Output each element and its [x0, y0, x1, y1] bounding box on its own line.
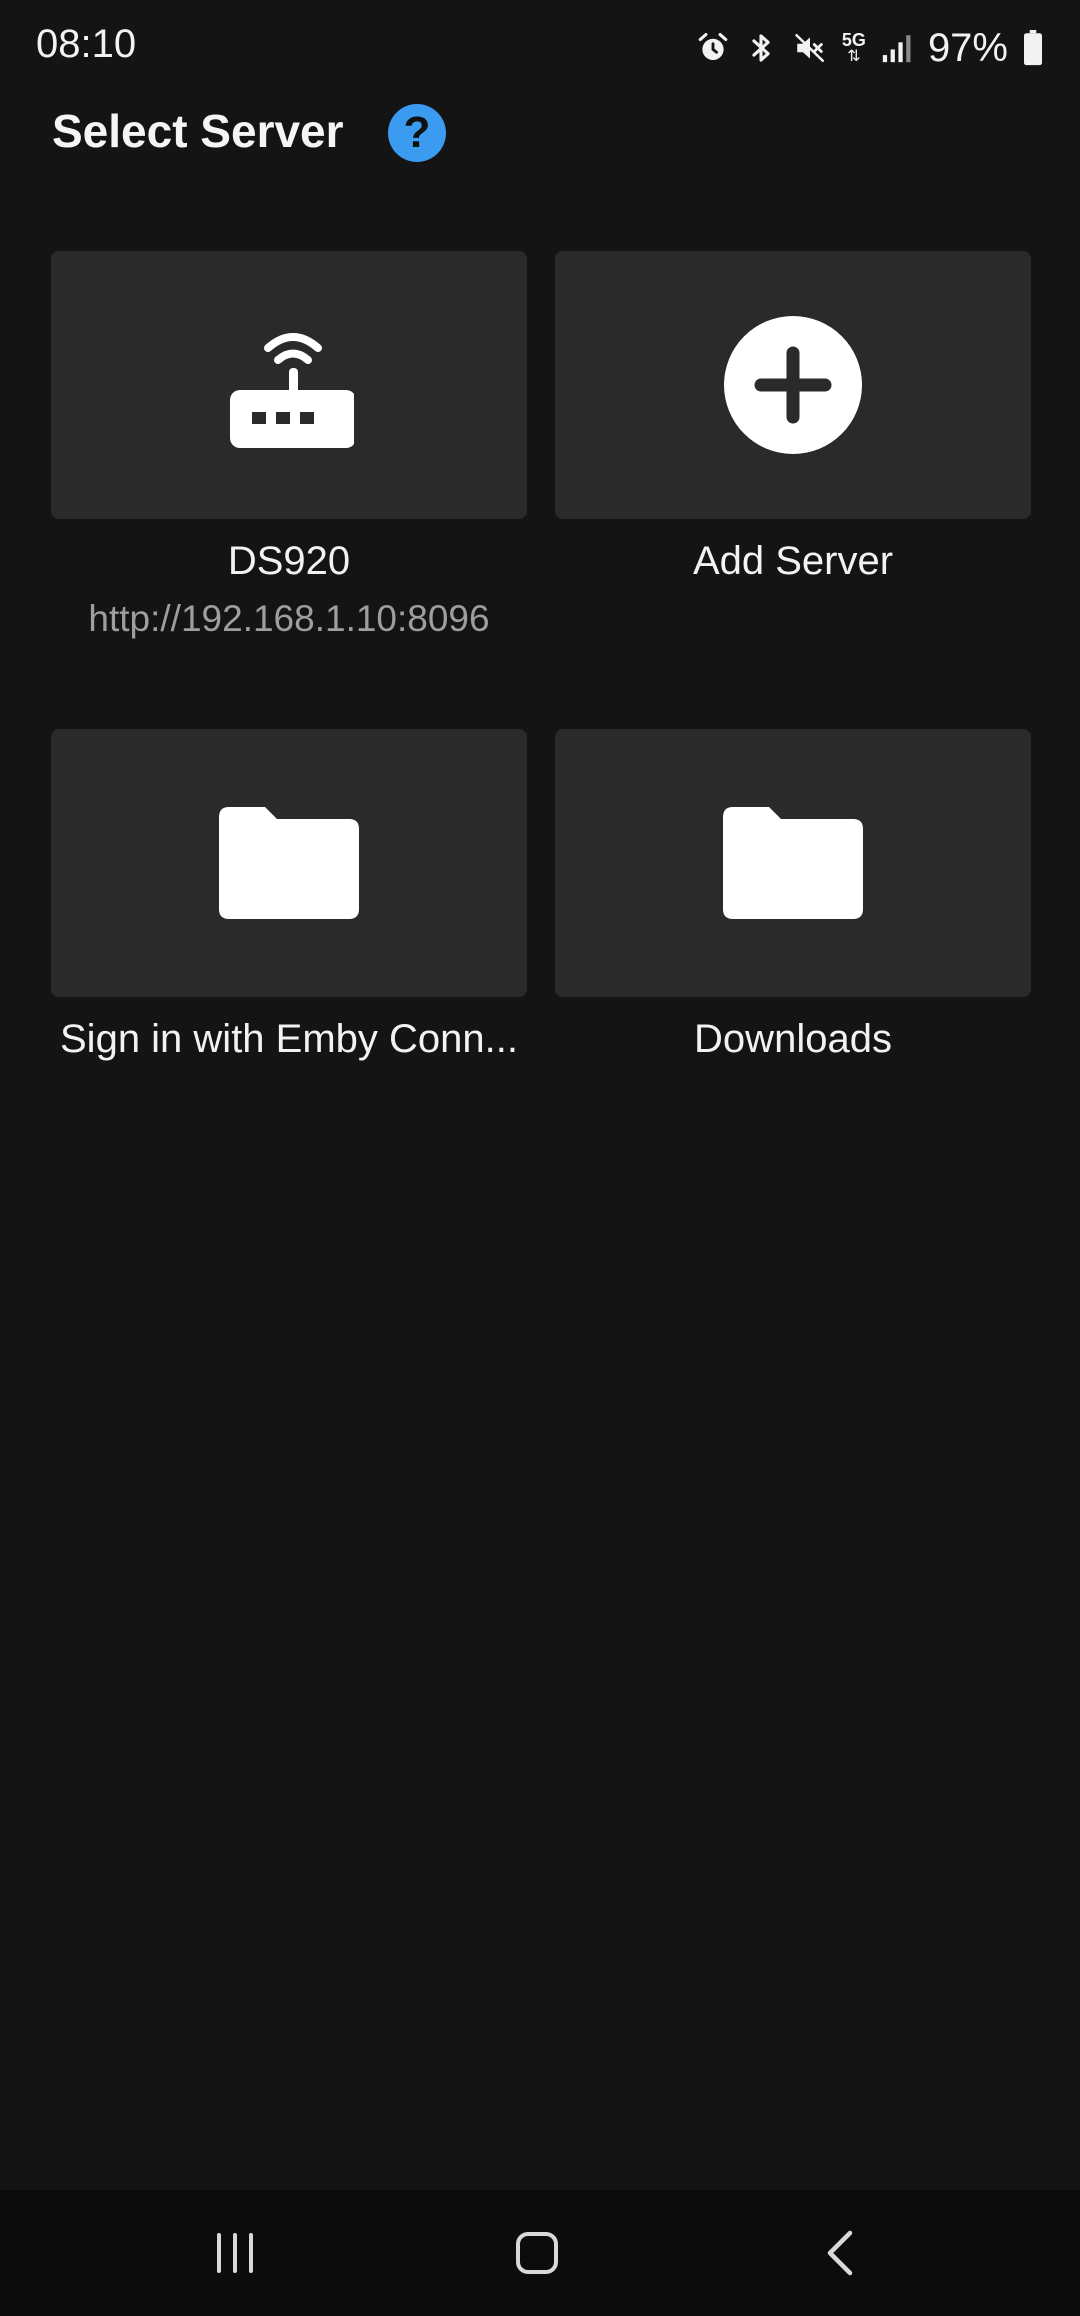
bluetooth-icon [752, 34, 770, 62]
back-icon [827, 2230, 853, 2276]
downloads-tile[interactable] [555, 729, 1031, 997]
status-icons: 5G ⇅ 97% [696, 22, 1044, 74]
help-icon: ? [403, 108, 431, 157]
downloads-card[interactable]: Downloads [555, 729, 1031, 1062]
server-title: DS920 [227, 539, 351, 583]
home-icon [516, 2232, 558, 2274]
emby-connect-card[interactable]: Sign in with Emby Conn... [51, 729, 527, 1062]
page-title: Select Server [52, 105, 344, 157]
5g-icon: 5G ⇅ [841, 30, 866, 65]
server-card-ds920[interactable]: DS920 http://192.168.1.10:8096 [51, 251, 527, 640]
alarm-icon [698, 32, 728, 61]
add-server-tile[interactable] [555, 251, 1031, 519]
router-icon [230, 333, 354, 448]
recent-apps-button[interactable] [135, 2190, 335, 2316]
add-server-title: Add Server [692, 539, 894, 583]
plus-circle-icon [724, 316, 862, 454]
emby-connect-tile[interactable] [51, 729, 527, 997]
help-button[interactable]: ? [388, 104, 446, 162]
battery-percentage: 97% [927, 25, 1008, 70]
status-time: 08:10 [36, 22, 137, 66]
server-tile[interactable] [51, 251, 527, 519]
server-address: http://192.168.1.10:8096 [88, 598, 490, 639]
navigation-bar [0, 2190, 1080, 2316]
network-type: 5G [841, 30, 866, 50]
recent-apps-icon [217, 2233, 253, 2273]
home-button[interactable] [437, 2190, 637, 2316]
back-button[interactable] [740, 2190, 940, 2316]
downloads-title: Downloads [694, 1017, 892, 1061]
battery-icon [1024, 30, 1042, 66]
signal-icon [882, 35, 911, 63]
folder-icon [723, 807, 863, 919]
add-server-card[interactable]: Add Server [555, 251, 1031, 584]
mute-icon [795, 33, 824, 63]
emby-connect-title: Sign in with Emby Conn... [60, 1017, 518, 1061]
status-bar: 08:10 5G ⇅ 97% [0, 0, 1080, 96]
folder-icon [219, 807, 359, 919]
